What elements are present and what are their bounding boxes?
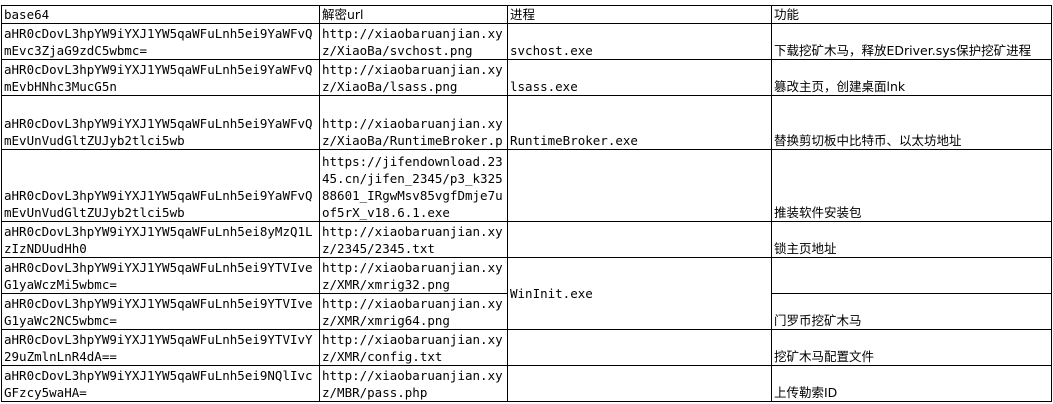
- cell-base64[interactable]: aHR0cDovL3hpYW9iYXJ1YW5qaWFuLnh5ei9NQlIv…: [1, 365, 320, 402]
- cell-base64[interactable]: aHR0cDovL3hpYW9iYXJ1YW5qaWFuLnh5ei9YaWFv…: [1, 59, 320, 96]
- cell-function[interactable]: 替换剪切板中比特币、以太坊地址: [771, 95, 1052, 150]
- table-row: aHR0cDovL3hpYW9iYXJ1YW5qaWFuLnh5ei9NQlIv…: [1, 365, 1052, 402]
- header-row: base64 解密url 进程 功能: [1, 5, 1052, 24]
- cell-function[interactable]: 下载挖矿木马，释放EDriver.sys保护挖矿进程: [771, 23, 1052, 60]
- cell-process[interactable]: [507, 149, 772, 222]
- header-url[interactable]: 解密url: [319, 5, 508, 24]
- cell-url[interactable]: https://jifendownload.2345.cn/jifen_2345…: [319, 149, 508, 222]
- cell-function[interactable]: [771, 257, 1052, 294]
- table-row: aHR0cDovL3hpYW9iYXJ1YW5qaWFuLnh5ei9YTVIv…: [1, 257, 1052, 330]
- cell-url[interactable]: http://xiaobaruanjian.xyz/XiaoBa/svchost…: [319, 23, 508, 60]
- cell-base64[interactable]: aHR0cDovL3hpYW9iYXJ1YW5qaWFuLnh5ei8yMzQ1…: [1, 221, 320, 258]
- cell-process[interactable]: [507, 221, 772, 258]
- cell-url[interactable]: http://xiaobaruanjian.xyz/XMR/config.txt: [319, 329, 508, 366]
- cell-process-merged[interactable]: WinInit.exe: [507, 257, 772, 330]
- cell-function[interactable]: 门罗币挖矿木马: [771, 293, 1052, 330]
- cell-url[interactable]: http://xiaobaruanjian.xyz/XiaoBa/Runtime…: [319, 95, 508, 150]
- cell-process[interactable]: lsass.exe: [507, 59, 772, 96]
- header-function[interactable]: 功能: [771, 5, 1052, 24]
- cell-base64[interactable]: aHR0cDovL3hpYW9iYXJ1YW5qaWFuLnh5ei9YTVIv…: [1, 257, 320, 294]
- cell-url[interactable]: http://xiaobaruanjian.xyz/MBR/pass.php: [319, 365, 508, 402]
- cell-process[interactable]: svchost.exe: [507, 23, 772, 60]
- header-base64[interactable]: base64: [1, 5, 320, 24]
- cell-url[interactable]: http://xiaobaruanjian.xyz/XMR/xmrig64.pn…: [319, 293, 508, 330]
- cell-url[interactable]: http://xiaobaruanjian.xyz/XiaoBa/lsass.p…: [319, 59, 508, 96]
- cell-process[interactable]: [507, 365, 772, 402]
- cell-function[interactable]: 篡改主页，创建桌面lnk: [771, 59, 1052, 96]
- cell-base64[interactable]: aHR0cDovL3hpYW9iYXJ1YW5qaWFuLnh5ei9YaWFv…: [1, 95, 320, 150]
- cell-url[interactable]: http://xiaobaruanjian.xyz/XMR/xmrig32.pn…: [319, 257, 508, 294]
- cell-url[interactable]: http://xiaobaruanjian.xyz/2345/2345.txt: [319, 221, 508, 258]
- table-row: aHR0cDovL3hpYW9iYXJ1YW5qaWFuLnh5ei9YaWFv…: [1, 23, 1052, 60]
- cell-process[interactable]: [507, 329, 772, 366]
- cell-base64[interactable]: aHR0cDovL3hpYW9iYXJ1YW5qaWFuLnh5ei9YTVIv…: [1, 329, 320, 366]
- cell-function[interactable]: 锁主页地址: [771, 221, 1052, 258]
- cell-base64[interactable]: aHR0cDovL3hpYW9iYXJ1YW5qaWFuLnh5ei9YaWFv…: [1, 23, 320, 60]
- cell-function[interactable]: 上传勒索ID: [771, 365, 1052, 402]
- cell-function[interactable]: 推装软件安装包: [771, 149, 1052, 222]
- table-row: aHR0cDovL3hpYW9iYXJ1YW5qaWFuLnh5ei9YTVIv…: [1, 329, 1052, 366]
- header-process[interactable]: 进程: [507, 5, 772, 24]
- table-row: aHR0cDovL3hpYW9iYXJ1YW5qaWFuLnh5ei9YaWFv…: [1, 59, 1052, 96]
- cell-base64[interactable]: aHR0cDovL3hpYW9iYXJ1YW5qaWFuLnh5ei9YaWFv…: [1, 149, 320, 222]
- cell-function[interactable]: 挖矿木马配置文件: [771, 329, 1052, 366]
- cell-base64[interactable]: aHR0cDovL3hpYW9iYXJ1YW5qaWFuLnh5ei9YTVIv…: [1, 293, 320, 330]
- table-row: aHR0cDovL3hpYW9iYXJ1YW5qaWFuLnh5ei9YaWFv…: [1, 149, 1052, 222]
- table-row: aHR0cDovL3hpYW9iYXJ1YW5qaWFuLnh5ei9YaWFv…: [1, 95, 1052, 150]
- spreadsheet-table: base64 解密url 进程 功能 aHR0cDovL3hpYW9iYXJ1Y…: [1, 5, 1052, 402]
- cell-process[interactable]: RuntimeBroker.exe: [507, 95, 772, 150]
- table-row: aHR0cDovL3hpYW9iYXJ1YW5qaWFuLnh5ei8yMzQ1…: [1, 221, 1052, 258]
